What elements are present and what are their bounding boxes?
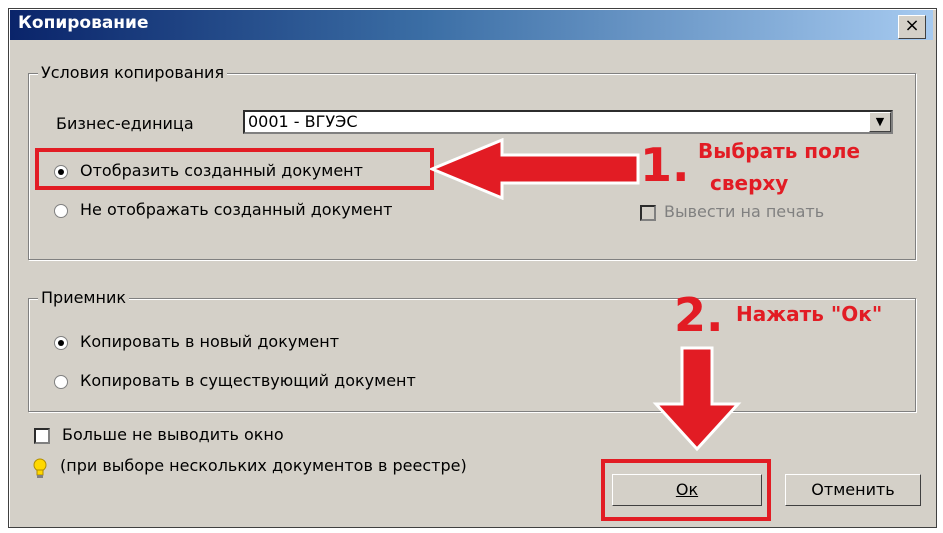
existing-doc-label[interactable]: Копировать в существующий документ	[80, 371, 416, 390]
step2-number: 2.	[674, 288, 724, 342]
dont-show-label[interactable]: Больше не выводить окно	[62, 425, 284, 444]
hide-doc-radio[interactable]	[54, 204, 68, 218]
highlight-show-doc	[35, 148, 434, 190]
window-title: Копирование	[18, 13, 149, 33]
lightbulb-icon	[33, 458, 47, 478]
highlight-ok-button	[601, 459, 771, 521]
chevron-down-icon: ▼	[875, 115, 885, 128]
business-unit-label: Бизнес-единица	[56, 114, 194, 133]
cancel-button[interactable]: Отменить	[785, 474, 921, 506]
hint-text: (при выборе нескольких документов в реес…	[60, 456, 467, 475]
copy-conditions-legend: Условия копирования	[38, 63, 228, 82]
step1-text-line2: сверху	[710, 171, 789, 195]
receiver-legend: Приемник	[38, 288, 130, 307]
new-doc-label[interactable]: Копировать в новый документ	[80, 332, 339, 351]
step1-number: 1.	[640, 138, 690, 192]
close-icon: ×	[904, 15, 920, 36]
step2-text: Нажать "Ок"	[736, 302, 883, 326]
radio-dot	[58, 340, 64, 346]
business-unit-value: 0001 - ВГУЭС	[248, 112, 358, 131]
dont-show-checkbox[interactable]	[34, 428, 50, 444]
hide-doc-label[interactable]: Не отображать созданный документ	[80, 200, 392, 219]
existing-doc-radio[interactable]	[54, 375, 68, 389]
step1-text-line1: Выбрать поле	[698, 139, 861, 163]
print-checkbox[interactable]	[640, 205, 656, 221]
cancel-button-label: Отменить	[811, 480, 895, 499]
close-button[interactable]: ×	[898, 15, 926, 39]
business-unit-dropdown-button[interactable]: ▼	[869, 112, 891, 132]
print-label: Вывести на печать	[664, 202, 825, 221]
annotation-arrow-left	[430, 138, 640, 200]
new-doc-radio[interactable]	[54, 336, 68, 350]
annotation-arrow-down	[652, 346, 742, 452]
